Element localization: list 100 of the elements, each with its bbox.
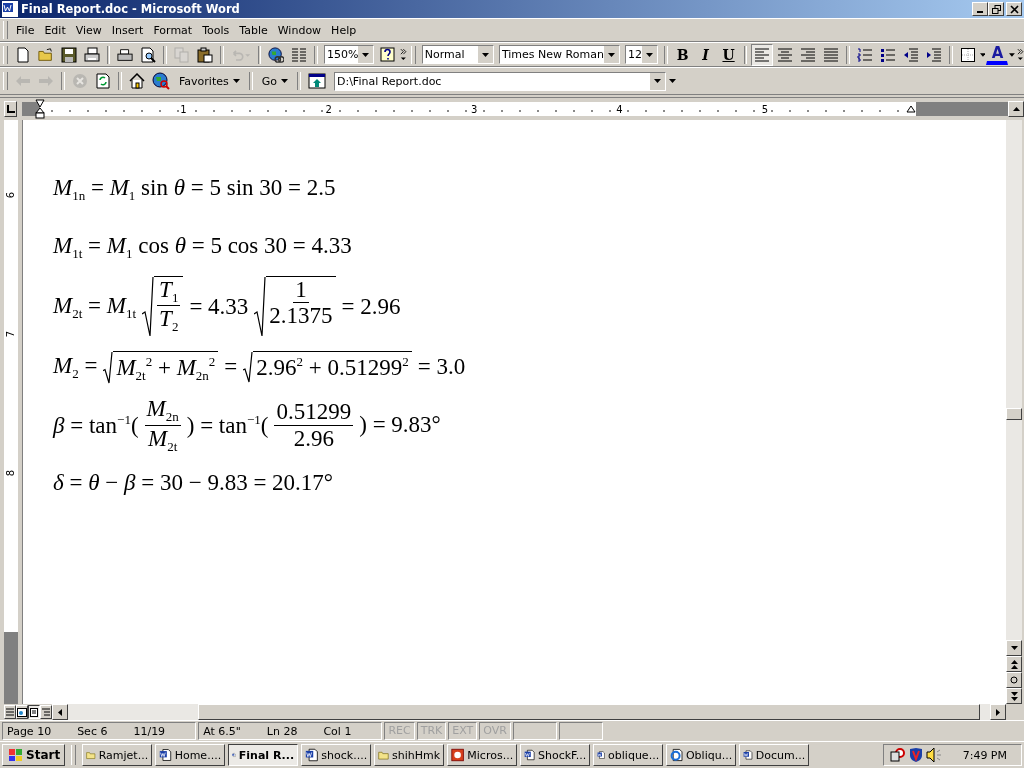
normal-view-button[interactable]	[4, 705, 16, 719]
dropdown-button[interactable]	[641, 46, 657, 63]
bold-button[interactable]: B	[671, 43, 694, 66]
address-combo[interactable]: D:\Final Report.doc	[333, 71, 666, 91]
left-tab-icon	[6, 105, 15, 113]
status-text: Sec 6	[77, 724, 108, 738]
font-size-combo[interactable]: 12	[624, 45, 658, 64]
down-arrow-icon	[1010, 646, 1018, 650]
status-text: Ln 28	[266, 724, 298, 738]
menu-item[interactable]: View	[70, 23, 107, 37]
equation-text: M$_{2}$ =	[53, 352, 98, 382]
scroll-right-button[interactable]	[990, 704, 1006, 720]
minimize-button[interactable]	[972, 2, 988, 16]
italic-button[interactable]: I	[694, 43, 717, 66]
globe-link-icon	[268, 45, 285, 64]
menu-item[interactable]: Table	[234, 23, 273, 37]
status-panel	[558, 722, 603, 740]
scroll-up-button[interactable]	[1008, 101, 1024, 117]
ruler-number: 7	[6, 330, 16, 338]
scroll-left-button[interactable]	[52, 704, 68, 720]
house-icon	[129, 73, 145, 89]
left-arrow-icon	[15, 75, 31, 87]
taskbar-button[interactable]: shock....	[301, 744, 372, 766]
word-document-icon	[524, 747, 535, 763]
more-buttons-icon[interactable]	[1017, 46, 1024, 63]
favorites-menu[interactable]: Favorites	[174, 74, 245, 88]
refresh-icon	[96, 73, 110, 89]
dropdown-button[interactable]	[649, 72, 665, 90]
double-down-arrow-icon	[1010, 691, 1018, 701]
menu-item[interactable]: Help	[326, 23, 362, 37]
dropdown-button[interactable]	[477, 46, 493, 63]
equation-text: ) = tan$^{−1}$(	[186, 411, 269, 439]
menu-item[interactable]: File	[11, 23, 40, 37]
print-layout-button[interactable]	[28, 705, 40, 719]
taskbar-button[interactable]: oblique...	[593, 744, 664, 766]
taskbar-button[interactable]: Ramjet...	[82, 744, 153, 766]
caret-icon	[362, 52, 370, 57]
tab-selector-button[interactable]	[4, 101, 18, 117]
menu-item[interactable]: Window	[272, 23, 327, 37]
browse-object-button[interactable]	[1006, 672, 1022, 688]
menu-item[interactable]: Edit	[39, 23, 71, 37]
equation-text: β = tan$^{−1}$(	[53, 411, 139, 439]
globe-page-icon	[17, 707, 27, 717]
font-color-button[interactable]: A	[986, 44, 1009, 65]
taskbar-button[interactable]: Obliqu...	[666, 744, 737, 766]
shield-icon[interactable]	[908, 747, 923, 763]
zoom-combo[interactable]: 150%	[323, 45, 375, 64]
ruler-margin	[4, 632, 18, 704]
next-page-button[interactable]	[1006, 688, 1022, 704]
status-text: At 6.5"	[203, 724, 241, 738]
taskbar-button[interactable]: Final R...	[228, 744, 299, 766]
radicand-fraction: T$_{1}$ T$_{2}$	[154, 276, 184, 338]
stop-icon	[72, 73, 88, 89]
caret-icon[interactable]	[979, 52, 986, 57]
outline-view-button[interactable]	[40, 705, 52, 719]
align-right-icon	[800, 47, 817, 62]
align-left-icon	[754, 47, 771, 62]
dropdown-button[interactable]	[603, 46, 619, 63]
close-button[interactable]	[1006, 2, 1022, 16]
ruler-number: 4	[615, 103, 624, 115]
right-indent-marker-icon[interactable]	[906, 105, 916, 113]
start-button[interactable]: Start	[2, 744, 66, 766]
previous-page-button[interactable]	[1006, 656, 1022, 672]
menu-item[interactable]: Insert	[106, 23, 149, 37]
taskbar-button[interactable]: ShockF...	[520, 744, 591, 766]
menu-item[interactable]: Format	[148, 23, 198, 37]
font-combo[interactable]: Times New Roman	[498, 45, 620, 64]
taskbar-button[interactable]: Micros...	[447, 744, 518, 766]
speaker-icon[interactable]	[925, 747, 942, 763]
page-icon	[29, 707, 39, 717]
radical-sign	[103, 350, 114, 384]
taskbar-button[interactable]: shihHmk	[374, 744, 445, 766]
underline-button[interactable]: U	[717, 43, 740, 66]
more-buttons-icon[interactable]	[400, 46, 408, 63]
style-combo[interactable]: Normal	[421, 45, 494, 64]
presentation-icon	[451, 747, 465, 763]
help-icon	[380, 46, 397, 63]
ruler-number: 6	[6, 191, 16, 199]
dropdown-button[interactable]	[358, 46, 374, 63]
restore-button[interactable]	[988, 2, 1004, 16]
numbered-list-icon	[856, 47, 873, 62]
equation-text: ) = 9.83°	[359, 412, 441, 438]
indent-icon	[925, 47, 942, 62]
align-left-button[interactable]	[751, 43, 774, 66]
go-menu[interactable]: Go	[256, 74, 293, 88]
caret-icon[interactable]	[1009, 52, 1016, 57]
indent-marker-icon[interactable]	[35, 99, 46, 119]
magnifier-icon[interactable]	[889, 747, 906, 763]
taskbar-button[interactable]: Docum...	[739, 744, 810, 766]
ruler-number: 3	[469, 103, 479, 115]
bulleted-list-icon	[879, 47, 896, 62]
taskbar-button[interactable]: Home....	[155, 744, 226, 766]
status-panel	[512, 722, 557, 740]
web-view-button[interactable]	[16, 705, 28, 719]
equation-text: = 4.33	[189, 294, 249, 320]
left-arrow-icon	[58, 708, 62, 716]
equation-text: M$_{1t}$ = M$_{1}$ cos θ = 5 cos 30 = 4.33	[53, 232, 352, 262]
scroll-down-button[interactable]	[1006, 640, 1022, 656]
caret-icon	[607, 52, 615, 57]
menu-item[interactable]: Tools	[197, 23, 235, 37]
